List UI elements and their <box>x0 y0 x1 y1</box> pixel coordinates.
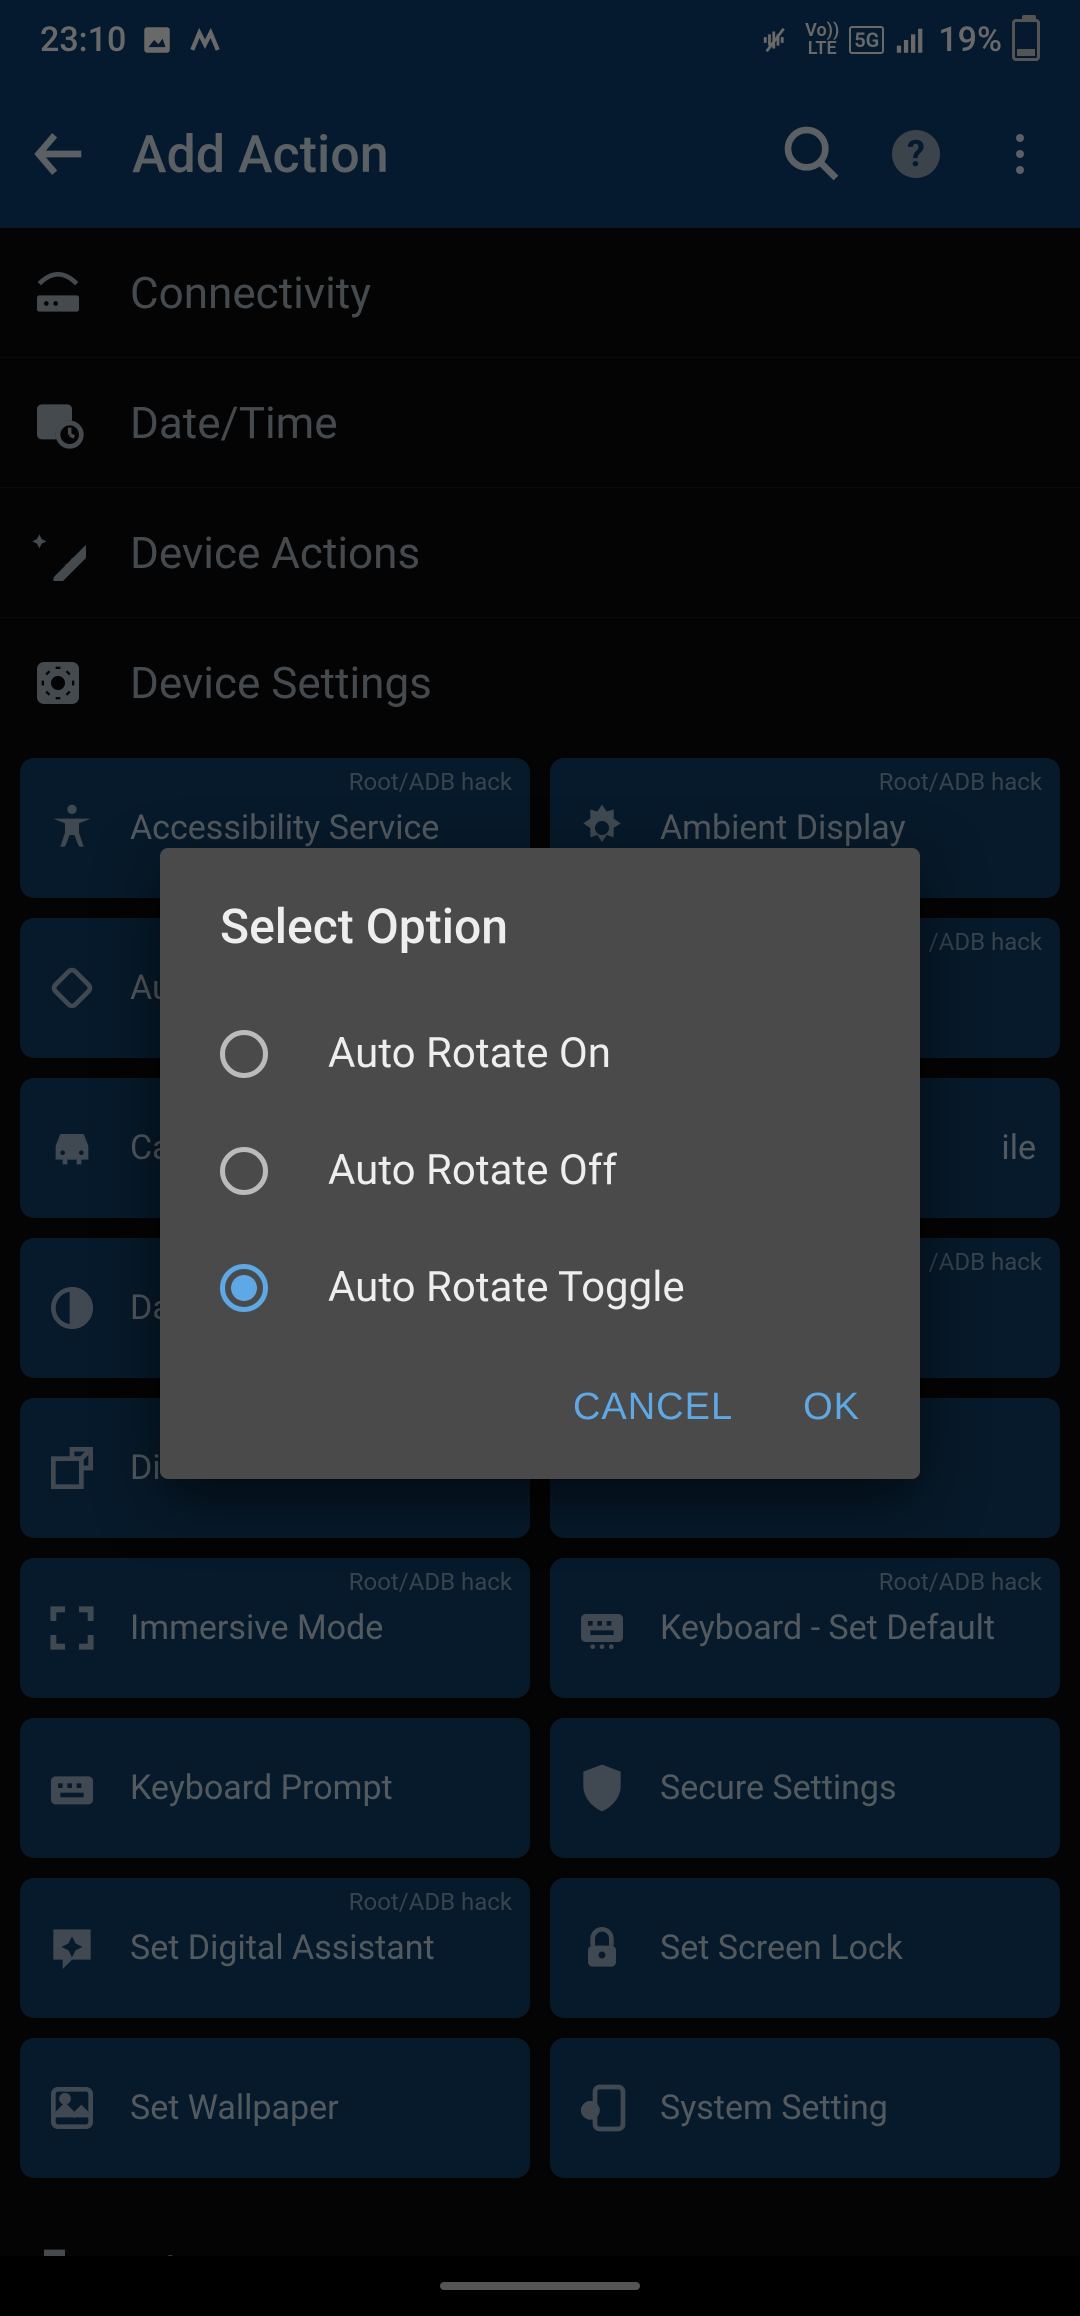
option-auto-rotate-off[interactable]: Auto Rotate Off <box>160 1112 920 1229</box>
select-option-dialog: Select Option Auto Rotate On Auto Rotate… <box>160 848 920 1479</box>
option-auto-rotate-on[interactable]: Auto Rotate On <box>160 995 920 1112</box>
option-label: Auto Rotate Toggle <box>328 1263 685 1312</box>
radio-unchecked-icon <box>220 1030 268 1078</box>
option-auto-rotate-toggle[interactable]: Auto Rotate Toggle <box>160 1229 920 1346</box>
cancel-button[interactable]: CANCEL <box>573 1386 733 1429</box>
dialog-title: Select Option <box>160 848 920 995</box>
radio-unchecked-icon <box>220 1147 268 1195</box>
radio-checked-icon <box>220 1264 268 1312</box>
option-label: Auto Rotate Off <box>328 1146 617 1195</box>
ok-button[interactable]: OK <box>803 1386 860 1429</box>
option-label: Auto Rotate On <box>328 1029 611 1078</box>
